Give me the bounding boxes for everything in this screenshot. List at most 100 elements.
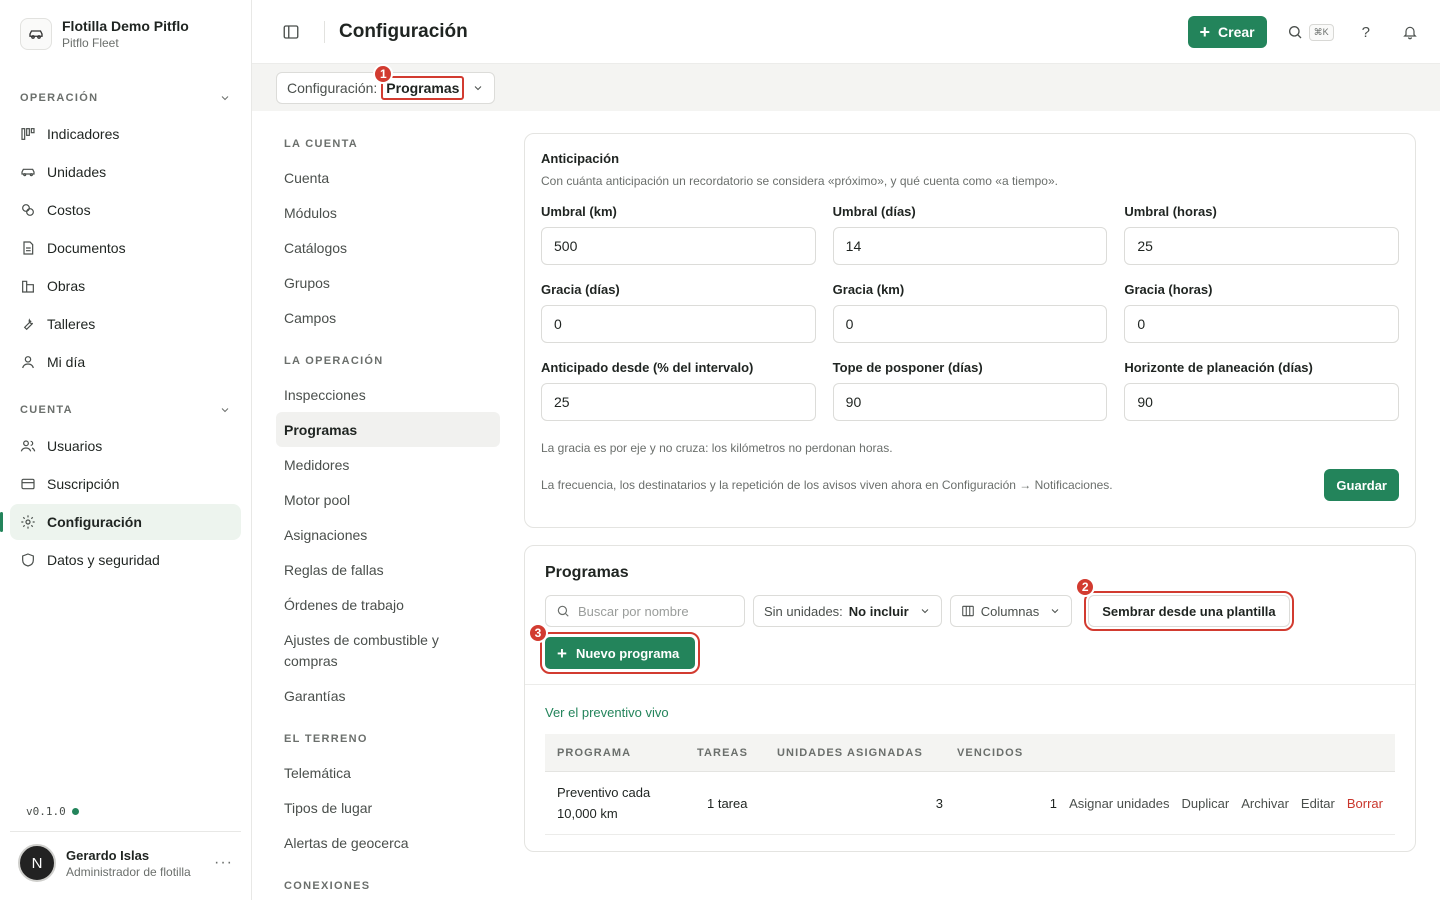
subnav-item-motor-pool[interactable]: Motor pool	[276, 482, 500, 517]
sidebar-item-configuracion[interactable]: Configuración	[0, 504, 241, 540]
save-button[interactable]: Guardar	[1324, 469, 1399, 501]
anticipation-card: Anticipación Con cuánta anticipación un …	[524, 133, 1416, 528]
section-cuenta[interactable]: CUENTA	[0, 398, 251, 422]
annotation-badge-1: 1	[373, 63, 394, 84]
sidebar-item-mi-dia[interactable]: Mi día	[10, 344, 241, 380]
umbral-dias-input[interactable]	[832, 227, 1108, 265]
sidebar-item-label: Configuración	[47, 514, 142, 530]
subnav-item-asignaciones[interactable]: Asignaciones	[276, 517, 500, 552]
live-preventive-link[interactable]: Ver el preventivo vivo	[525, 685, 1415, 720]
filter-value: No incluir	[848, 603, 909, 619]
shortcut-badge: ⌘K	[1308, 23, 1334, 41]
field-label: Gracia (días)	[541, 282, 620, 297]
duplicate-action[interactable]: Duplicar	[1182, 796, 1230, 811]
no-units-filter[interactable]: Sin unidades: No incluir	[753, 595, 942, 627]
archive-action[interactable]: Archivar	[1241, 796, 1289, 811]
subnav-item-grupos[interactable]: Grupos	[276, 265, 500, 300]
columns-button[interactable]: Columnas	[949, 595, 1073, 627]
sidebar-item-suscripcion[interactable]: Suscripción	[10, 466, 241, 502]
field-label: Gracia (horas)	[1124, 282, 1213, 297]
program-units: 3	[935, 795, 943, 811]
subnav-item-campos[interactable]: Campos	[276, 300, 500, 335]
sidebar-item-label: Suscripción	[47, 476, 120, 492]
search-input[interactable]: Buscar por nombre	[545, 595, 745, 627]
car-icon	[20, 164, 36, 180]
table-row[interactable]: Preventivo cada 10,000 km 1 tarea 3 1 As…	[545, 772, 1395, 835]
user-role: Administrador de flotilla	[66, 864, 191, 879]
programs-table: PROGRAMA TAREAS UNIDADES ASIGNADAS VENCI…	[545, 734, 1395, 835]
assign-units-action[interactable]: Asignar unidades	[1069, 796, 1169, 811]
section-title: CUENTA	[20, 404, 73, 416]
gracia-horas-input[interactable]	[1124, 305, 1399, 343]
program-tasks: 1 tarea	[707, 795, 748, 811]
sidebar-item-label: Mi día	[47, 354, 86, 370]
subnav-item-garantias[interactable]: Garantías	[276, 678, 500, 713]
subnav-item-cuenta[interactable]: Cuenta	[276, 160, 500, 195]
umbral-km-input[interactable]	[541, 227, 816, 265]
edit-action[interactable]: Editar	[1301, 796, 1335, 811]
sidebar-item-obras[interactable]: Obras	[10, 268, 241, 304]
more-icon[interactable]: ···	[214, 854, 233, 872]
field-gracia-km: Gracia (km)	[832, 282, 1108, 343]
tope-posponer-input[interactable]	[832, 383, 1108, 421]
subnav-item-telematica[interactable]: Telemática	[276, 755, 500, 790]
sidebar-item-usuarios[interactable]: Usuarios	[10, 428, 241, 464]
org-name: Flotilla Demo Pitflo	[62, 18, 189, 34]
umbral-horas-input[interactable]	[1124, 227, 1399, 265]
user-menu[interactable]: N Gerardo Islas Administrador de flotill…	[10, 831, 241, 894]
programs-header: Programas Buscar por nombre Sin unidades…	[525, 546, 1415, 685]
delete-action[interactable]: Borrar	[1347, 796, 1383, 811]
seed-template-button[interactable]: Sembrar desde una plantilla 2	[1075, 577, 1294, 631]
subnav-item-ajustes-combustible[interactable]: Ajustes de combustible y compras	[276, 622, 500, 678]
user-icon	[20, 354, 36, 370]
col-header-tareas[interactable]: TAREAS	[697, 747, 777, 759]
building-icon	[20, 278, 36, 294]
sidebar-item-costos[interactable]: Costos	[10, 192, 241, 228]
search-icon[interactable]	[1287, 24, 1303, 40]
col-header-vencidos[interactable]: VENCIDOS	[957, 747, 1067, 759]
plus-icon: +	[1199, 22, 1211, 42]
anticipado-desde-input[interactable]	[541, 383, 816, 421]
sidebar-item-unidades[interactable]: Unidades	[10, 154, 241, 190]
chevron-down-icon	[1051, 609, 1059, 614]
bell-icon[interactable]	[1402, 24, 1418, 40]
field-anticipado-desde: Anticipado desde (% del intervalo)	[541, 360, 816, 421]
sidebar-item-indicadores[interactable]: Indicadores	[10, 116, 241, 152]
sidebar-item-talleres[interactable]: Talleres	[10, 306, 241, 342]
subnav-item-tipos-lugar[interactable]: Tipos de lugar	[276, 790, 500, 825]
new-program-button[interactable]: + Nuevo programa 3	[528, 623, 700, 674]
help-icon[interactable]: ?	[1362, 24, 1370, 41]
subnav-item-inspecciones[interactable]: Inspecciones	[276, 377, 500, 412]
subnav-item-alertas-geocerca[interactable]: Alertas de geocerca	[276, 825, 500, 860]
horizonte-planeacion-input[interactable]	[1124, 383, 1399, 421]
sidebar-item-documentos[interactable]: Documentos	[10, 230, 241, 266]
field-label: Gracia (km)	[832, 282, 905, 297]
subnav-item-medidores[interactable]: Medidores	[276, 447, 500, 482]
col-header-unidades[interactable]: UNIDADES ASIGNADAS	[777, 747, 957, 759]
gracia-dias-input[interactable]	[541, 305, 816, 343]
create-button[interactable]: + Crear	[1187, 16, 1267, 48]
sidebar-toggle-icon[interactable]	[282, 23, 300, 41]
sidebar-item-label: Documentos	[47, 240, 126, 256]
page-title: Configuración	[339, 20, 468, 42]
status-dot	[71, 808, 79, 815]
annotation-badge-2: 2	[1075, 577, 1096, 597]
create-label: Crear	[1218, 24, 1255, 40]
chevron-down-icon	[221, 96, 229, 101]
subnav-item-programas[interactable]: Programas	[276, 412, 500, 447]
org-switcher[interactable]: Flotilla Demo Pitflo Pitflo Fleet	[0, 0, 251, 68]
program-name[interactable]: Preventivo cada 10,000 km	[557, 782, 697, 824]
sidebar-item-datos-seguridad[interactable]: Datos y seguridad	[10, 542, 241, 578]
section-selector[interactable]: Configuración: Programas 1	[276, 63, 496, 104]
subnav-item-catalogos[interactable]: Catálogos	[276, 230, 500, 265]
gear-icon	[20, 514, 36, 530]
subnav-item-modulos[interactable]: Módulos	[276, 195, 500, 230]
card-title: Anticipación	[541, 151, 620, 166]
coins-icon	[20, 202, 36, 218]
col-header-programa[interactable]: PROGRAMA	[557, 747, 697, 759]
subnav-item-reglas-fallas[interactable]: Reglas de fallas	[276, 552, 500, 587]
topbar-actions: + Crear ⌘K ?	[1187, 16, 1418, 48]
subnav-item-ordenes-trabajo[interactable]: Órdenes de trabajo	[276, 587, 500, 622]
section-operacion[interactable]: OPERACIÓN	[0, 86, 251, 110]
gracia-km-input[interactable]	[832, 305, 1108, 343]
